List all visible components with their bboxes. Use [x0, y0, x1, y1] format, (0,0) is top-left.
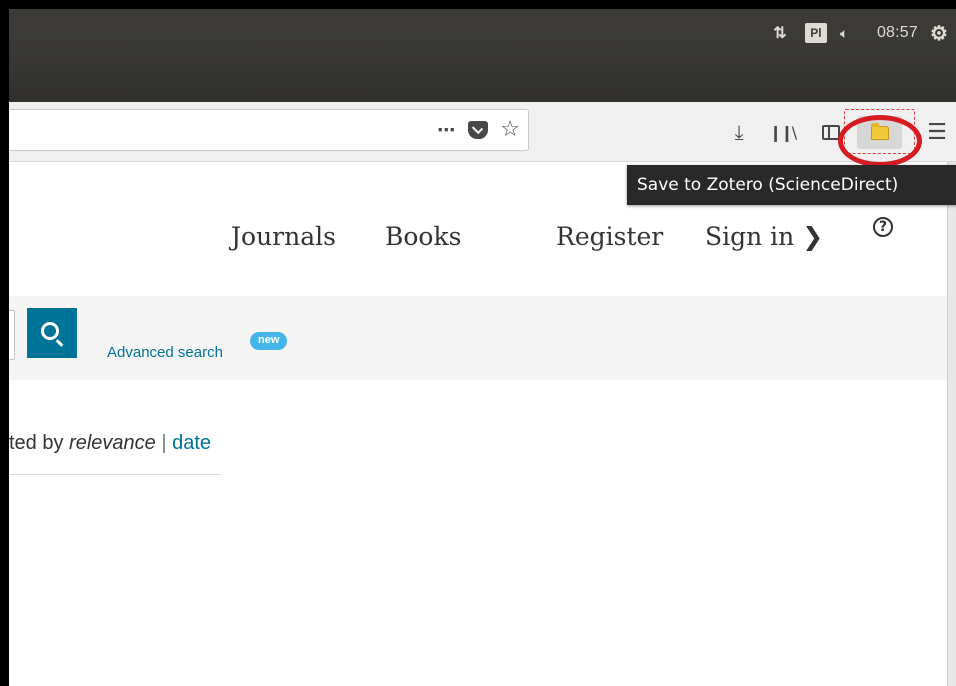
system-tray: ⇅ Pl 🔈︎ 08:57 ⚙ [769, 19, 956, 47]
pocket-icon[interactable] [468, 121, 489, 139]
nav-register-link[interactable]: Register [556, 222, 663, 251]
folder-icon [870, 122, 889, 140]
sidebar-toggle-icon[interactable] [817, 118, 845, 146]
keyboard-layout-indicator[interactable]: Pl [804, 23, 827, 43]
search-input[interactable] [9, 310, 15, 360]
url-bar[interactable]: ⋯ ☆ [9, 109, 529, 151]
page-actions-menu-icon[interactable]: ⋯ [437, 120, 456, 141]
zotero-button-hover-bg [857, 116, 902, 149]
system-top-panel: ⇅ Pl 🔈︎ 08:57 ⚙ [9, 9, 956, 102]
bookmark-star-icon[interactable]: ☆ [500, 119, 520, 141]
nav-sign-in-link[interactable]: Sign in ❯ [705, 222, 823, 251]
sort-options: ted by relevance | date [9, 432, 211, 455]
library-icon[interactable]: ❙❙\ [768, 118, 797, 146]
site-navigation: Journals Books Register Sign in ❯ ? [9, 217, 947, 262]
hamburger-menu-icon[interactable]: ☰ [923, 118, 951, 146]
web-page: Journals Books Register Sign in ❯ ? Adva… [9, 162, 947, 686]
url-bar-page-actions: ⋯ ☆ [437, 110, 520, 150]
sort-label: ted by [9, 432, 70, 454]
sort-by-date-link[interactable]: date [172, 432, 211, 454]
nav-journals-link[interactable]: Journals [231, 222, 336, 251]
search-bar-area: Advanced search new [9, 296, 947, 380]
zotero-save-button[interactable] [844, 109, 915, 154]
new-badge: new [250, 332, 288, 350]
clock[interactable]: 08:57 [877, 24, 918, 42]
nav-books-link[interactable]: Books [385, 222, 461, 251]
volume-icon[interactable]: 🔈︎ [840, 25, 866, 42]
sort-separator: | [161, 432, 167, 454]
network-arrows-icon[interactable]: ⇅ [769, 23, 791, 43]
sort-by-relevance[interactable]: relevance [69, 432, 156, 454]
search-button[interactable] [27, 308, 77, 358]
search-icon [41, 322, 59, 340]
downloads-icon[interactable]: ⤓ [725, 118, 753, 146]
divider [9, 474, 221, 475]
settings-gear-icon[interactable]: ⚙ [930, 21, 956, 46]
zotero-tooltip: Save to Zotero (ScienceDirect) [627, 165, 956, 205]
screen: ⇅ Pl 🔈︎ 08:57 ⚙ ⋯ ☆ ⤓ ❙❙\ ☰ Journals Boo… [9, 9, 956, 686]
help-icon[interactable]: ? [873, 217, 893, 237]
advanced-search-link[interactable]: Advanced search [107, 344, 223, 361]
browser-toolbar: ⋯ ☆ ⤓ ❙❙\ ☰ [9, 102, 956, 162]
page-scrollbar[interactable] [947, 162, 956, 686]
